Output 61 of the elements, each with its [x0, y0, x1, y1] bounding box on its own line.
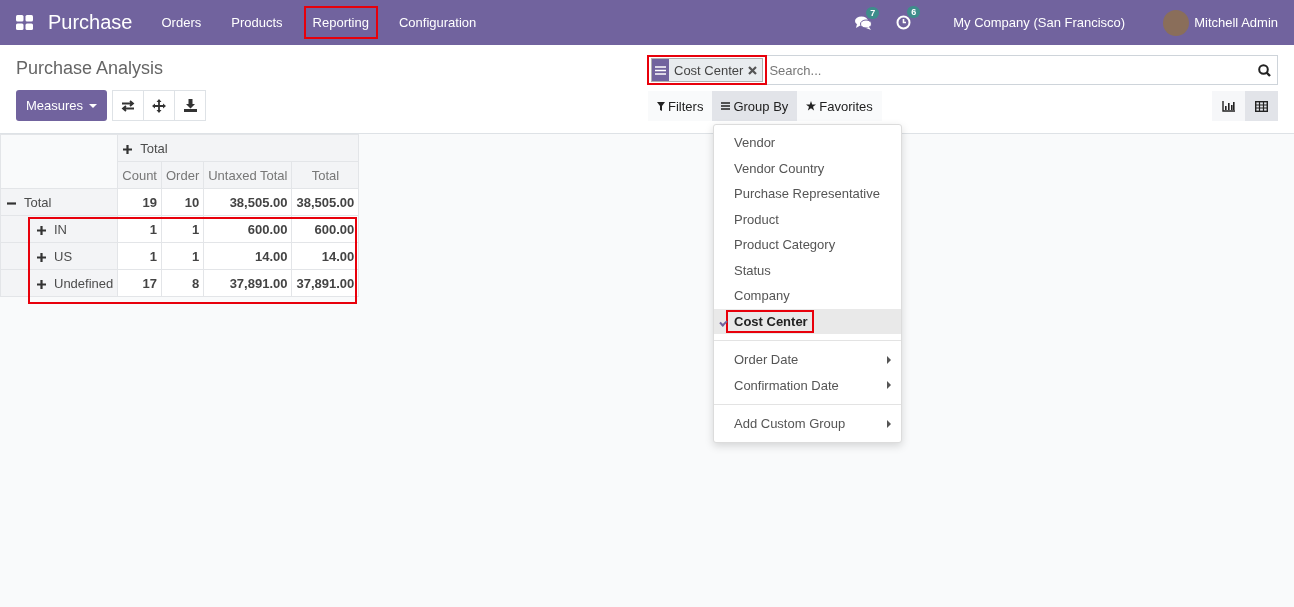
expand-all-button[interactable]	[143, 90, 176, 121]
flip-axis-button[interactable]	[112, 90, 145, 121]
table-cell: 14.00	[203, 242, 292, 270]
menu-item[interactable]: Configuration	[391, 8, 484, 37]
group-by-option[interactable]: Company	[714, 283, 901, 309]
company-switcher[interactable]: My Company (San Francisco)	[953, 15, 1126, 30]
plus-icon	[37, 252, 46, 262]
pivot-view-button[interactable]	[1245, 91, 1278, 121]
app-name: Purchase	[48, 11, 133, 34]
menu-item[interactable]: Reporting	[305, 8, 376, 37]
graph-view-button[interactable]	[1212, 91, 1245, 121]
plus-icon	[37, 279, 46, 289]
move-arrows-icon	[152, 98, 167, 113]
table-icon	[1255, 100, 1268, 112]
search-facet[interactable]: Cost Center	[651, 58, 764, 82]
download-button[interactable]	[174, 90, 207, 121]
group-by-option[interactable]: Vendor	[714, 130, 901, 156]
user-name[interactable]: Mitchell Admin	[1194, 15, 1278, 30]
search-field[interactable]: Cost Center Search...	[648, 55, 1278, 85]
add-custom-group-option[interactable]: Add Custom Group	[714, 411, 901, 437]
filter-icon	[657, 101, 665, 111]
group-by-option[interactable]: Product Category	[714, 232, 901, 258]
apps-menu-icon[interactable]	[16, 15, 33, 30]
table-cell: 38,505.00	[292, 188, 359, 216]
group-by-option[interactable]: Order Date	[714, 347, 901, 373]
measure-header[interactable]: Untaxed Total	[203, 161, 292, 189]
row-group-header[interactable]: US	[0, 242, 118, 270]
message-count-badge: 7	[866, 6, 880, 19]
group-by-icon	[721, 102, 731, 110]
download-icon	[183, 99, 197, 112]
search-option-button[interactable]: Favorites	[797, 91, 882, 121]
group-by-option[interactable]: Purchase Representative	[714, 181, 901, 207]
page-title: Purchase Analysis	[16, 58, 165, 79]
close-icon[interactable]	[748, 65, 758, 75]
search-icon[interactable]	[1258, 63, 1271, 77]
group-by-option[interactable]: Cost Center	[714, 308, 901, 334]
bar-chart-icon	[1222, 100, 1235, 112]
group-by-option[interactable]: Status	[714, 257, 901, 283]
search-option-button[interactable]: Group By	[712, 91, 798, 121]
search-option-button[interactable]: Filters	[648, 91, 713, 121]
row-group-header[interactable]: Undefined	[0, 269, 118, 297]
activity-count-badge: 6	[907, 6, 921, 18]
facet-label: Cost Center	[673, 62, 745, 78]
swap-arrows-icon	[121, 99, 136, 112]
menu-item[interactable]: Orders	[154, 8, 209, 37]
group-by-icon	[655, 65, 666, 75]
star-icon	[806, 101, 817, 111]
group-by-option[interactable]: Product	[714, 206, 901, 232]
group-by-option[interactable]: Confirmation Date	[714, 372, 901, 398]
menu-item[interactable]: Products	[224, 8, 290, 37]
plus-icon	[37, 225, 46, 235]
table-cell: 38,505.00	[203, 188, 292, 216]
measure-header[interactable]: Total	[292, 161, 359, 189]
group-by-option[interactable]: Vendor Country	[714, 155, 901, 181]
chat-icon[interactable]	[855, 15, 873, 30]
column-group-header[interactable]: Total	[117, 134, 359, 162]
clock-icon[interactable]	[896, 15, 912, 30]
table-cell: 37,891.00	[203, 269, 292, 297]
row-group-header[interactable]: Total	[0, 188, 118, 216]
plus-icon	[123, 144, 133, 154]
measures-button[interactable]: Measures	[16, 90, 108, 121]
